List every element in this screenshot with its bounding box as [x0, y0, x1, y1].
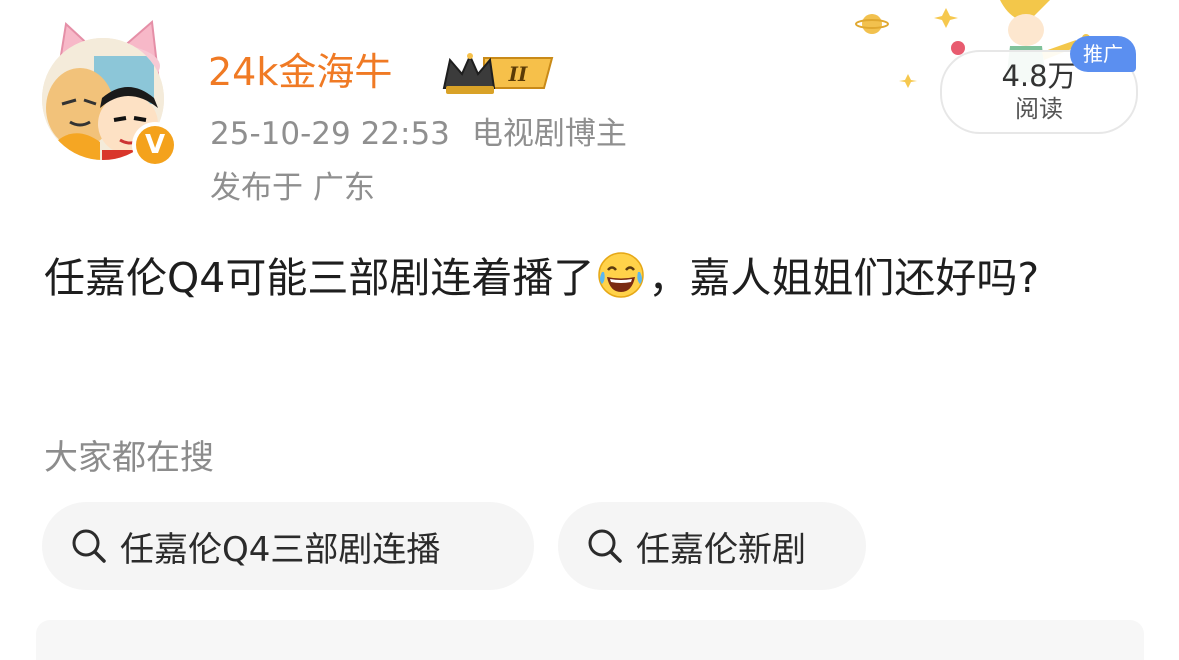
author-role: 电视剧博主 [471, 116, 627, 152]
post-text-part2: ，嘉人姐姐们还好吗? [648, 254, 1040, 302]
verified-v-icon: V [136, 126, 174, 164]
search-icon [72, 529, 106, 563]
next-card-edge [36, 620, 1144, 660]
badge-level-text: II [508, 62, 528, 86]
laughing-tears-emoji-icon [598, 252, 645, 298]
verified-badge: V [132, 122, 178, 168]
post-text-part1: 任嘉伦Q4可能三部剧连着播了 [44, 254, 595, 302]
search-chip-label: 任嘉伦新剧 [636, 529, 806, 570]
post-timestamp: 25-10-29 22:53 [210, 116, 450, 152]
trending-search-title: 大家都在搜 [44, 438, 214, 478]
post-location: 发布于 广东 [210, 170, 375, 206]
search-chip[interactable]: 任嘉伦新剧 [558, 502, 866, 590]
promo-tag[interactable]: 推广 [1070, 36, 1136, 72]
post-meta: 25-10-29 22:53 电视剧博主 [210, 112, 627, 156]
author-name[interactable]: 24k金海牛 [208, 46, 392, 98]
search-chip[interactable]: 任嘉伦Q4三部剧连播 [42, 502, 534, 590]
post-content[interactable]: 任嘉伦Q4可能三部剧连着播了 ，嘉人姐姐们还好吗? [44, 244, 1144, 312]
search-chip-label: 任嘉伦Q4三部剧连播 [120, 529, 441, 570]
crown-badge-icon[interactable]: II [440, 50, 558, 96]
author-avatar-group[interactable]: V [42, 14, 178, 168]
read-label: 阅读 [1015, 95, 1063, 123]
search-icon [588, 529, 622, 563]
